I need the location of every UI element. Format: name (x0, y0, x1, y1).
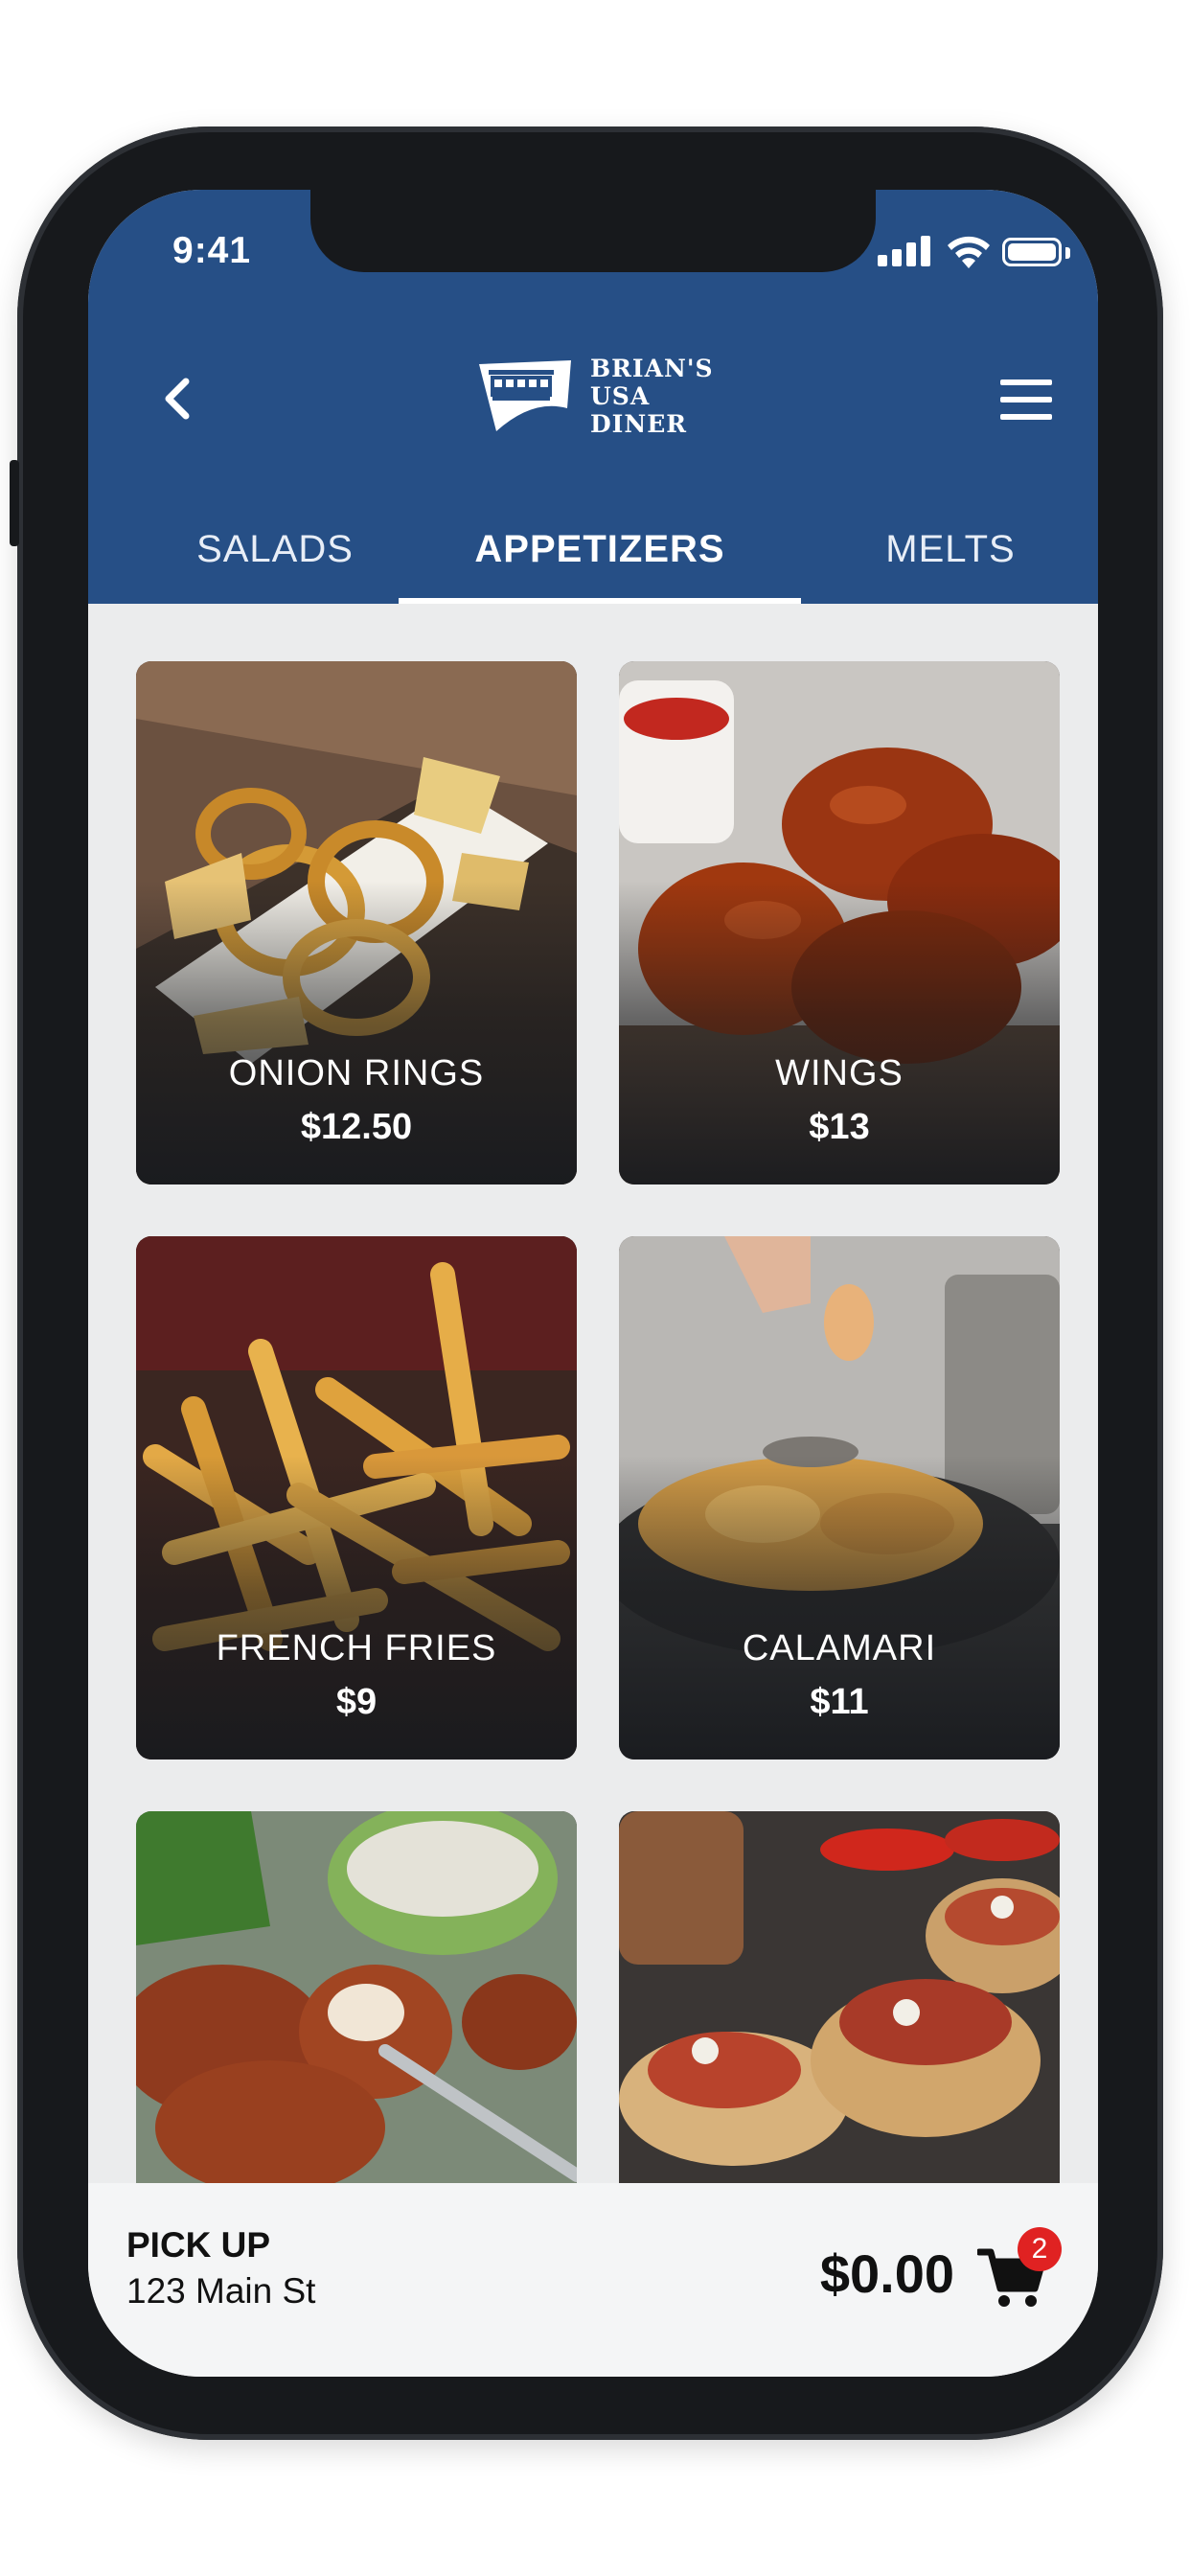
logo-line-2: USA (590, 382, 651, 410)
menu-grid: ONION RINGS $12.50 WINGS $13 FRENCH FRIE… (88, 604, 1098, 2377)
menu-item-card[interactable]: CALAMARI $11 (619, 1236, 1060, 1760)
back-button[interactable] (149, 370, 207, 427)
wifi-icon (948, 236, 990, 268)
cellular-signal-icon (878, 234, 935, 266)
order-footer: PICK UP 123 Main St $0.00 2 (88, 2183, 1098, 2377)
brand-logo[interactable]: BRIAN'S USA DINER (475, 353, 724, 441)
logo-line-1: BRIAN'S (590, 355, 714, 382)
item-price: $13 (809, 1107, 870, 1147)
menu-button[interactable] (1000, 380, 1052, 420)
chevron-left-icon (165, 378, 190, 420)
cart-count-badge: 2 (1018, 2227, 1062, 2271)
cart-total: $0.00 (819, 2243, 954, 2304)
battery-icon (1002, 238, 1062, 266)
menu-item-card[interactable]: FRENCH FRIES $9 (136, 1236, 577, 1760)
pickup-address[interactable]: 123 Main St (126, 2271, 315, 2312)
item-name: CALAMARI (742, 1628, 937, 1668)
logo-text: BRIAN'S USA DINER (590, 355, 714, 438)
category-tabs: SALADS APPETIZERS MELTS (88, 516, 1098, 604)
menu-item-card[interactable]: WINGS $13 (619, 661, 1060, 1184)
item-price: $12.50 (300, 1107, 413, 1147)
item-price: $11 (810, 1682, 869, 1722)
battery-tip (1065, 247, 1070, 259)
phone-notch (310, 190, 876, 272)
diner-logo-icon (479, 360, 571, 431)
menu-item-card[interactable]: ONION RINGS $12.50 (136, 661, 577, 1184)
status-icons (878, 232, 1070, 270)
logo-line-3: DINER (590, 410, 688, 438)
app-screen: 9:41 BRIAN'S USA DINER SALADS APPETIZERS… (88, 190, 1098, 2377)
item-name: WINGS (775, 1053, 904, 1093)
status-time: 9:41 (172, 230, 252, 271)
pickup-label: PICK UP (126, 2225, 271, 2265)
item-price: $9 (335, 1682, 378, 1722)
phone-side-button (10, 460, 19, 546)
app-header: 9:41 BRIAN'S USA DINER SALADS APPETIZERS… (88, 190, 1098, 604)
tab-salads[interactable]: SALADS (155, 516, 395, 604)
tab-melts[interactable]: MELTS (835, 516, 1065, 604)
item-name: FRENCH FRIES (216, 1628, 497, 1668)
tab-appetizers[interactable]: APPETIZERS (399, 516, 801, 604)
item-name: ONION RINGS (228, 1053, 485, 1093)
